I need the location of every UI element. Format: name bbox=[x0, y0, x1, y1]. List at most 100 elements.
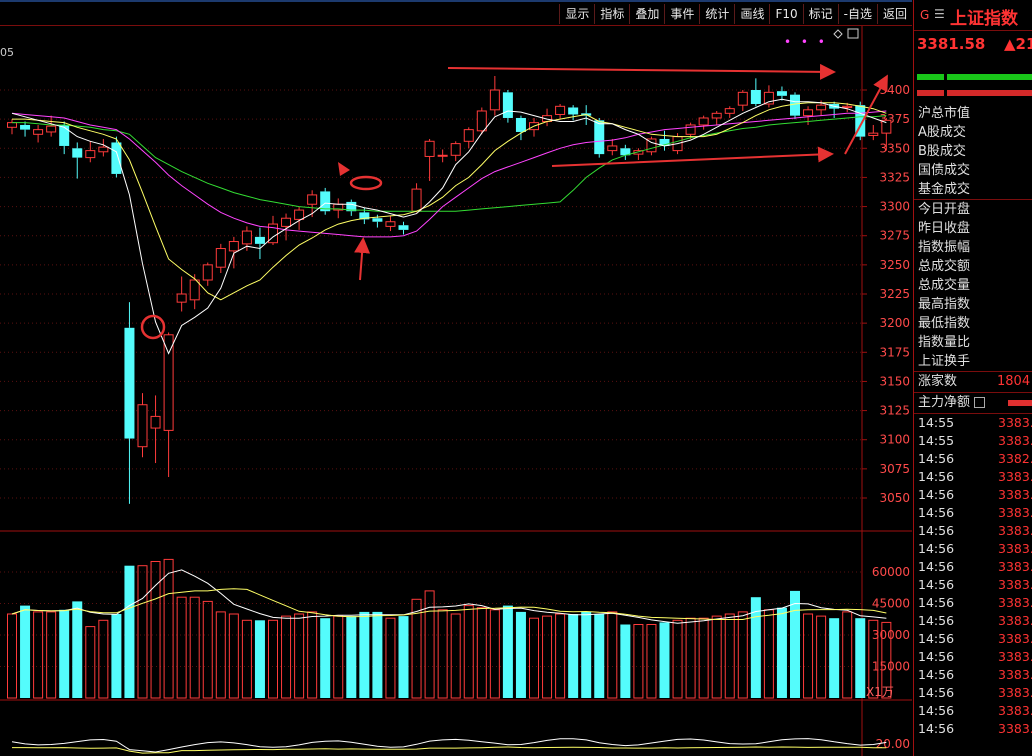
tick-price: 3383. bbox=[998, 415, 1032, 430]
ma20-line bbox=[11, 110, 887, 238]
volume-bar bbox=[659, 622, 670, 698]
tick-row: 14:55 3383. bbox=[914, 432, 1032, 450]
volume-bar bbox=[724, 613, 735, 699]
tick-row: 14:56 3383. bbox=[914, 558, 1032, 576]
tick-row: 14:56 3383. bbox=[914, 540, 1032, 558]
price-row: 3381.58 ▲21 bbox=[914, 31, 1032, 57]
tick-price: 3383. bbox=[998, 721, 1032, 736]
stat-label: B股成交 bbox=[918, 144, 966, 159]
ma5-line bbox=[11, 98, 887, 355]
kline-chart[interactable]: 3400337533503325330032753250322532003175… bbox=[0, 26, 912, 756]
candle-body bbox=[776, 91, 787, 96]
volume-unit-label: X1万 bbox=[866, 685, 894, 699]
volume-bar bbox=[268, 619, 278, 699]
up-count-label: 涨家数 bbox=[918, 374, 958, 389]
volume-bar bbox=[72, 601, 83, 698]
menu-icon[interactable]: ☰ bbox=[934, 7, 945, 21]
tick-price: 3383. bbox=[998, 649, 1032, 664]
stat-label: 国债成交 bbox=[918, 163, 971, 178]
window-icon bbox=[847, 28, 859, 39]
toolbar-item[interactable]: -自选 bbox=[837, 4, 877, 24]
volume-bar bbox=[672, 619, 683, 699]
candle-body bbox=[137, 404, 148, 448]
tick-time: 14:56 bbox=[918, 451, 955, 466]
candle-body bbox=[568, 107, 579, 115]
toolbar-item[interactable]: 返回 bbox=[876, 4, 912, 24]
volume-bar bbox=[137, 565, 148, 699]
volume-tick-label: 60000 bbox=[872, 565, 910, 579]
volume-bar bbox=[294, 613, 305, 699]
toolbar-item[interactable]: 叠加 bbox=[629, 4, 664, 24]
stat-label: 总成交量 bbox=[918, 278, 971, 293]
tick-price: 3383. bbox=[998, 487, 1032, 502]
candle-body bbox=[398, 225, 409, 230]
tick-price: 3383. bbox=[998, 667, 1032, 682]
candle-body bbox=[816, 104, 827, 111]
stat-label: A股成交 bbox=[918, 125, 966, 140]
top-toolbar: 显示 指标 叠加 事件 统计 画线 F10 标记 -自选 返回 bbox=[0, 0, 912, 26]
candle-body bbox=[241, 230, 252, 245]
dot-marker: • • • bbox=[784, 35, 828, 49]
toolbar-item[interactable]: 标记 bbox=[802, 4, 838, 24]
candle-body bbox=[842, 105, 853, 108]
tick-time: 14:56 bbox=[918, 523, 955, 538]
volume-bar bbox=[568, 614, 579, 698]
annotation-arrow bbox=[354, 237, 371, 281]
toolbar-item[interactable]: 指标 bbox=[594, 4, 629, 24]
toolbar-item[interactable]: 画线 bbox=[734, 4, 769, 24]
stat-label: 昨日收盘 bbox=[918, 221, 971, 236]
candle-body bbox=[555, 105, 566, 115]
tick-row: 14:56 3383. bbox=[914, 612, 1032, 630]
volume-bar bbox=[842, 611, 853, 699]
chart-left-label: 05 bbox=[0, 46, 14, 59]
candle-body bbox=[515, 117, 526, 132]
candle-body bbox=[163, 334, 174, 431]
price-tick-label: 3050 bbox=[879, 491, 910, 505]
candle-body bbox=[502, 92, 513, 118]
candle-body bbox=[450, 143, 461, 156]
tick-price: 3383. bbox=[998, 685, 1032, 700]
volume-bar bbox=[542, 615, 553, 699]
stat-label: 上证换手 bbox=[918, 354, 971, 369]
tick-time: 14:56 bbox=[918, 559, 955, 574]
candle-body bbox=[437, 154, 448, 157]
volume-bar bbox=[607, 611, 618, 699]
index-change: ▲21 bbox=[1004, 35, 1032, 53]
volume-bar bbox=[281, 615, 292, 699]
volume-bar bbox=[320, 618, 331, 698]
toolbar-item[interactable]: 统计 bbox=[699, 4, 734, 24]
candle-body bbox=[698, 117, 709, 126]
toolbar-item[interactable]: F10 bbox=[769, 4, 802, 24]
volume-bar bbox=[502, 605, 513, 698]
flag-icon[interactable]: G bbox=[920, 8, 929, 22]
osc-line bbox=[11, 738, 887, 753]
candle-body bbox=[254, 236, 265, 244]
main-net-label: 主力净额 bbox=[918, 395, 971, 410]
tick-time: 14:56 bbox=[918, 703, 955, 718]
volume-bar bbox=[620, 624, 631, 698]
volume-bar bbox=[829, 618, 840, 698]
volume-bar bbox=[489, 609, 500, 699]
candle-body bbox=[463, 129, 474, 142]
volume-bar bbox=[307, 611, 318, 699]
candle-body bbox=[281, 217, 292, 227]
tick-time: 14:56 bbox=[918, 631, 955, 646]
tick-row: 14:56 3383. bbox=[914, 468, 1032, 486]
volume-bar bbox=[855, 618, 866, 698]
volume-tick-label: 45000 bbox=[872, 597, 910, 611]
candle-body bbox=[294, 209, 305, 220]
volume-bar bbox=[816, 615, 827, 699]
candle-body bbox=[7, 122, 17, 128]
tick-price: 3383. bbox=[998, 433, 1032, 448]
bar-gap bbox=[944, 74, 947, 80]
candle-body bbox=[385, 221, 396, 227]
toolbar-item[interactable]: 事件 bbox=[664, 4, 699, 24]
candle-body bbox=[724, 108, 735, 114]
tick-row: 14:56 3383. bbox=[914, 684, 1032, 702]
green-strength-bar bbox=[917, 74, 1032, 80]
candle-body bbox=[228, 241, 239, 252]
volume-bar bbox=[450, 613, 461, 699]
list-icon[interactable] bbox=[974, 397, 986, 408]
volume-bar bbox=[20, 605, 31, 698]
toolbar-item[interactable]: 显示 bbox=[559, 4, 594, 24]
